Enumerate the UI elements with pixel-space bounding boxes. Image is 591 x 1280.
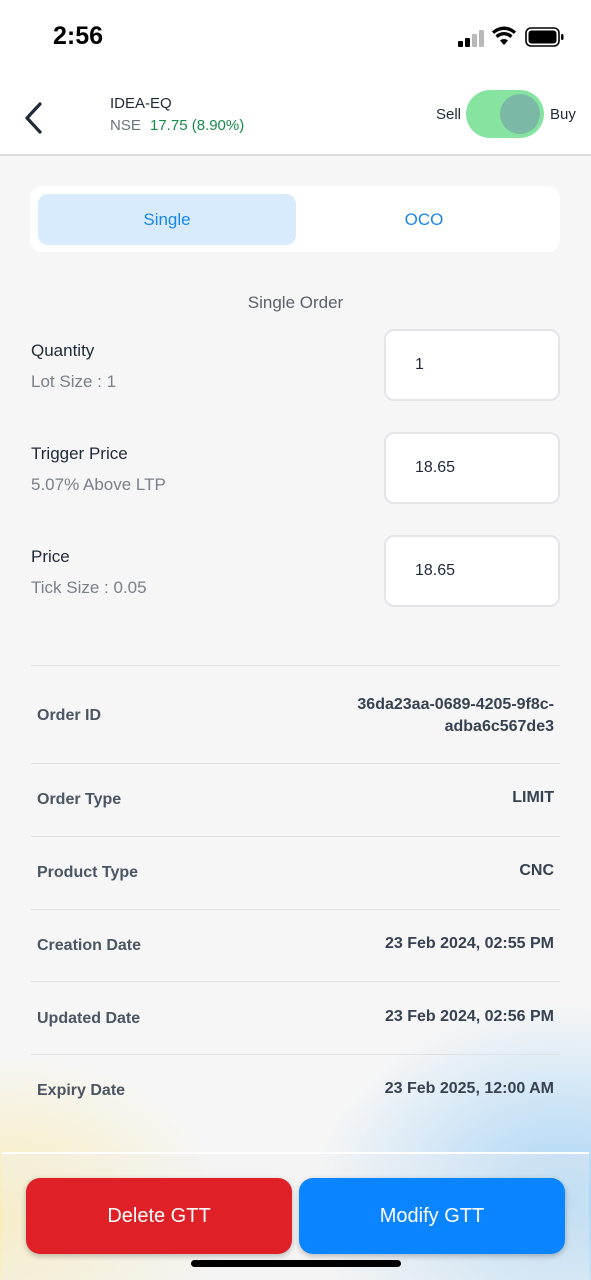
instrument-symbol: IDEA-EQ bbox=[110, 95, 172, 112]
delete-gtt-button[interactable]: Delete GTT bbox=[26, 1178, 292, 1254]
price-label: Price bbox=[31, 547, 70, 566]
price-input[interactable]: 18.65 bbox=[384, 535, 560, 607]
status-bar: 2:56 bbox=[0, 0, 591, 76]
order-id-line-1: 36da23aa-0689-4205-9f8c- bbox=[357, 696, 554, 713]
order-id-label: Order ID bbox=[37, 707, 102, 724]
order-header: IDEA-EQ NSE 17.75 (8.90%) Sell Buy bbox=[0, 76, 591, 156]
quantity-label: Quantity bbox=[31, 341, 95, 360]
divider bbox=[31, 836, 560, 837]
sell-label: Sell bbox=[436, 106, 462, 123]
tick-size-label: Tick Size : 0.05 bbox=[31, 578, 147, 597]
expiry-date-label: Expiry Date bbox=[37, 1082, 126, 1099]
home-indicator bbox=[191, 1260, 401, 1267]
order-type-tabs: Single OCO bbox=[30, 186, 560, 252]
quantity-input[interactable]: 1 bbox=[384, 329, 560, 401]
divider bbox=[31, 1054, 560, 1055]
section-title: Single Order bbox=[247, 293, 344, 312]
exchange-label: NSE bbox=[110, 117, 141, 134]
tab-single[interactable]: Single bbox=[38, 194, 296, 245]
order-type-value: LIMIT bbox=[512, 789, 554, 806]
divider bbox=[31, 763, 560, 764]
buy-sell-toggle[interactable] bbox=[466, 90, 544, 138]
updated-date-value: 23 Feb 2024, 02:56 PM bbox=[385, 1008, 554, 1025]
expiry-date-value: 23 Feb 2025, 12:00 AM bbox=[384, 1080, 554, 1097]
modify-gtt-button[interactable]: Modify GTT bbox=[299, 1178, 565, 1254]
cellular-signal-icon bbox=[458, 29, 486, 47]
order-id-line-2: adba6c567de3 bbox=[444, 718, 554, 735]
product-type-value: CNC bbox=[519, 862, 554, 879]
updated-date-label: Updated Date bbox=[37, 1010, 141, 1027]
wifi-icon bbox=[492, 26, 516, 45]
buy-label: Buy bbox=[550, 106, 576, 123]
creation-date-value: 23 Feb 2024, 02:55 PM bbox=[385, 935, 554, 952]
status-time: 2:56 bbox=[53, 22, 104, 50]
lot-size-label: Lot Size : 1 bbox=[31, 372, 117, 391]
divider bbox=[31, 981, 560, 982]
trigger-price-input[interactable]: 18.65 bbox=[384, 432, 560, 504]
creation-date-label: Creation Date bbox=[37, 937, 142, 954]
order-type-label: Order Type bbox=[37, 791, 122, 808]
tab-oco[interactable]: OCO bbox=[295, 194, 553, 245]
battery-icon bbox=[525, 27, 564, 47]
divider bbox=[31, 665, 560, 666]
divider bbox=[31, 909, 560, 910]
order-id-value: 36da23aa-0689-4205-9f8c- adba6c567de3 bbox=[357, 694, 554, 738]
back-arrow-icon[interactable] bbox=[20, 96, 50, 136]
ltp-change: 17.75 (8.90%) bbox=[150, 117, 245, 134]
trigger-price-label: Trigger Price bbox=[31, 444, 128, 463]
product-type-label: Product Type bbox=[37, 864, 139, 881]
toggle-knob bbox=[500, 94, 540, 134]
trigger-above-ltp-label: 5.07% Above LTP bbox=[31, 475, 166, 494]
